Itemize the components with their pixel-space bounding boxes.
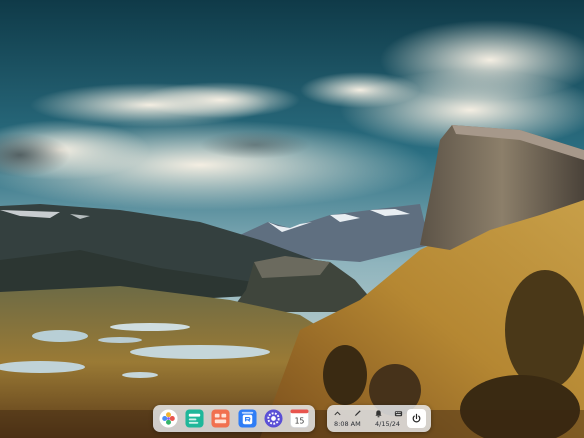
gear-icon[interactable] [264, 409, 283, 428]
app-store-icon[interactable] [238, 409, 257, 428]
multitasking-icon[interactable] [185, 409, 204, 428]
pen-icon[interactable] [353, 409, 362, 418]
notification-bell-icon[interactable] [374, 409, 383, 418]
power-button[interactable] [407, 409, 426, 428]
power-icon [412, 413, 421, 423]
tray-icon-row [333, 408, 403, 419]
calendar-day: 15 [295, 417, 305, 426]
clock-date[interactable]: 4/15/24 [375, 420, 400, 429]
folder-icon[interactable] [211, 409, 230, 428]
launcher-icon[interactable] [159, 409, 178, 428]
keyboard-icon[interactable] [394, 409, 403, 418]
calendar-icon[interactable]: 15 [290, 409, 309, 428]
desktop-wallpaper [0, 0, 584, 438]
clock-time[interactable]: 8:08 AM [334, 420, 361, 429]
taskbar-dock: 15 [153, 405, 315, 432]
system-tray: 8:08 AM 4/15/24 [327, 405, 431, 432]
chevron-up-icon[interactable] [333, 409, 342, 418]
